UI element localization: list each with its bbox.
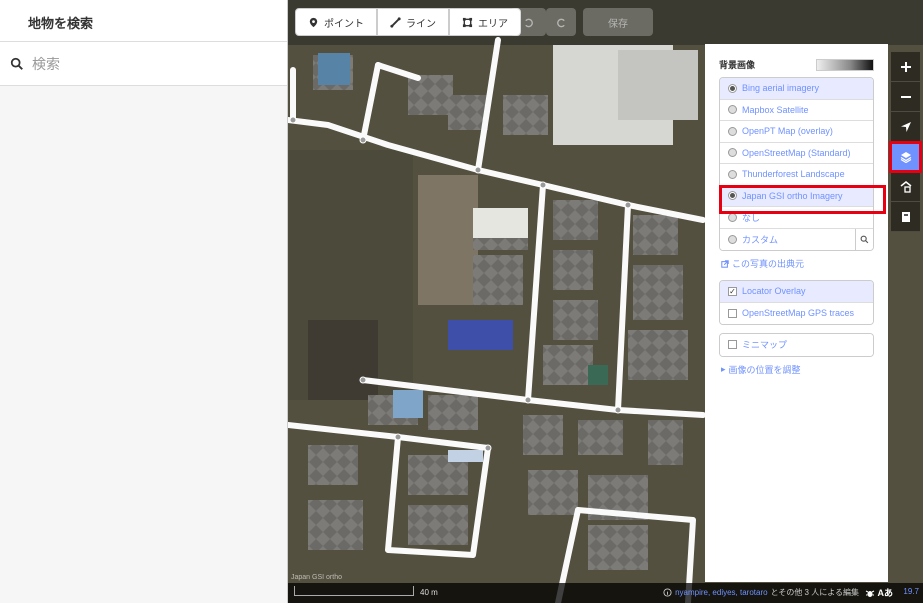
sidebar: 地物を検索 xyxy=(0,0,288,603)
layer-japan-gsi[interactable]: Japan GSI ortho Imagery xyxy=(720,185,873,207)
map-data-icon xyxy=(900,180,911,193)
point-icon xyxy=(309,17,318,27)
layer-mapbox[interactable]: Mapbox Satellite xyxy=(720,99,873,121)
overlay-locator[interactable]: ✓ Locator Overlay xyxy=(720,281,873,303)
add-line-button[interactable]: ライン xyxy=(377,8,449,36)
feature-search-input[interactable] xyxy=(32,55,272,72)
background-panel: 背景画像 Bing aerial imagery Mapbox Satellit… xyxy=(705,44,888,582)
info-icon xyxy=(663,588,672,597)
layer-label: Bing aerial imagery xyxy=(742,83,820,94)
location-arrow-icon xyxy=(900,121,911,132)
layer-label: Japan GSI ortho Imagery xyxy=(742,190,843,201)
feature-search-bar[interactable] xyxy=(0,42,287,86)
mode-toolbar: ポイント ライン エリア xyxy=(295,8,521,36)
geolocate-button[interactable] xyxy=(891,112,920,142)
attribution: nyampire, ediyes, tarotaro とその他 3 人による編集 xyxy=(663,587,859,598)
checkbox-icon xyxy=(728,340,737,350)
issues-label: Aあ xyxy=(877,588,894,598)
zoom-in-button[interactable] xyxy=(891,52,920,82)
add-area-label: エリア xyxy=(478,18,508,30)
imagery-source-label: この写真の出典元 xyxy=(732,259,805,269)
redo-icon xyxy=(556,18,565,27)
attribution-suffix: とその他 3 人による編集 xyxy=(770,588,859,597)
undo-button[interactable] xyxy=(510,8,546,36)
layer-bing[interactable]: Bing aerial imagery xyxy=(720,78,873,100)
layer-label: Thunderforest Landscape xyxy=(742,169,845,180)
scale-bar[interactable] xyxy=(294,586,414,596)
layer-none[interactable]: なし xyxy=(720,207,873,229)
radio-icon xyxy=(728,148,737,158)
radio-icon xyxy=(728,234,737,244)
layer-openpt[interactable]: OpenPT Map (overlay) xyxy=(720,121,873,143)
save-label: 保存 xyxy=(608,18,628,30)
line-icon xyxy=(390,16,401,28)
layer-label: なし xyxy=(742,212,761,223)
contributor-links[interactable]: nyampire, ediyes, tarotaro xyxy=(675,588,768,597)
zoom-out-button[interactable] xyxy=(891,82,920,112)
add-line-label: ライン xyxy=(406,18,436,30)
layer-label: OpenPT Map (overlay) xyxy=(742,126,833,137)
background-layers-button[interactable] xyxy=(891,142,920,172)
minimap-toggle: ミニマップ xyxy=(719,333,874,357)
map-controls xyxy=(891,52,920,232)
radio-icon xyxy=(728,83,737,93)
minimap-checkbox-row[interactable]: ミニマップ xyxy=(720,334,873,356)
layer-label: OpenStreetMap (Standard) xyxy=(742,147,851,158)
scale-label: 40 m xyxy=(420,588,438,597)
version-link[interactable]: 19.7 xyxy=(903,587,919,596)
minus-icon xyxy=(900,95,911,98)
undo-icon xyxy=(524,18,533,27)
radio-icon xyxy=(728,105,737,115)
plus-icon xyxy=(900,61,911,72)
overlay-list: ✓ Locator Overlay OpenStreetMap GPS trace… xyxy=(719,280,874,325)
layer-label: Mapbox Satellite xyxy=(742,104,809,115)
search-icon xyxy=(10,57,23,70)
external-link-icon xyxy=(721,259,729,268)
layer-osm-standard[interactable]: OpenStreetMap (Standard) xyxy=(720,142,873,164)
layer-custom[interactable]: カスタム xyxy=(720,228,873,250)
radio-icon xyxy=(728,126,737,136)
layer-label: カスタム xyxy=(742,234,779,245)
map-footer: 40 m nyampire, ediyes, tarotaro とその他 3 人… xyxy=(288,583,923,603)
redo-button[interactable] xyxy=(546,8,576,36)
issues-button[interactable]: Aあ xyxy=(865,586,894,599)
radio-icon xyxy=(728,212,737,222)
help-button[interactable] xyxy=(891,202,920,232)
layer-thunderforest[interactable]: Thunderforest Landscape xyxy=(720,164,873,186)
overlay-label: Locator Overlay xyxy=(742,286,806,297)
adjust-offset-label: 画像の位置を調整 xyxy=(728,364,801,375)
custom-layer-search-icon[interactable] xyxy=(855,228,873,250)
bug-icon xyxy=(865,590,874,597)
background-layer-list: Bing aerial imagery Mapbox Satellite Ope… xyxy=(719,77,874,251)
add-point-button[interactable]: ポイント xyxy=(295,8,377,36)
save-button[interactable]: 保存 xyxy=(583,8,653,36)
minimap-label: ミニマップ xyxy=(742,340,788,351)
triangle-right-icon: ▸ xyxy=(721,363,726,374)
add-point-label: ポイント xyxy=(324,18,364,30)
radio-icon xyxy=(728,169,737,179)
adjust-offset-link[interactable]: ▸ 画像の位置を調整 xyxy=(721,363,874,376)
radio-selected-icon xyxy=(728,191,737,201)
layers-icon xyxy=(900,151,911,163)
overlay-label: OpenStreetMap GPS traces xyxy=(742,308,855,319)
imagery-caption: Japan GSI ortho xyxy=(291,574,342,581)
checkbox-checked-icon: ✓ xyxy=(728,286,737,296)
sidebar-title: 地物を検索 xyxy=(0,0,287,42)
book-icon xyxy=(901,211,910,222)
imagery-source-link[interactable]: この写真の出典元 xyxy=(721,257,874,270)
checkbox-icon xyxy=(728,308,737,318)
area-icon xyxy=(462,17,473,27)
background-panel-title: 背景画像 xyxy=(719,60,756,70)
overlay-gps-traces[interactable]: OpenStreetMap GPS traces xyxy=(720,302,873,324)
opacity-slider[interactable] xyxy=(816,58,874,71)
map-data-button[interactable] xyxy=(891,172,920,202)
